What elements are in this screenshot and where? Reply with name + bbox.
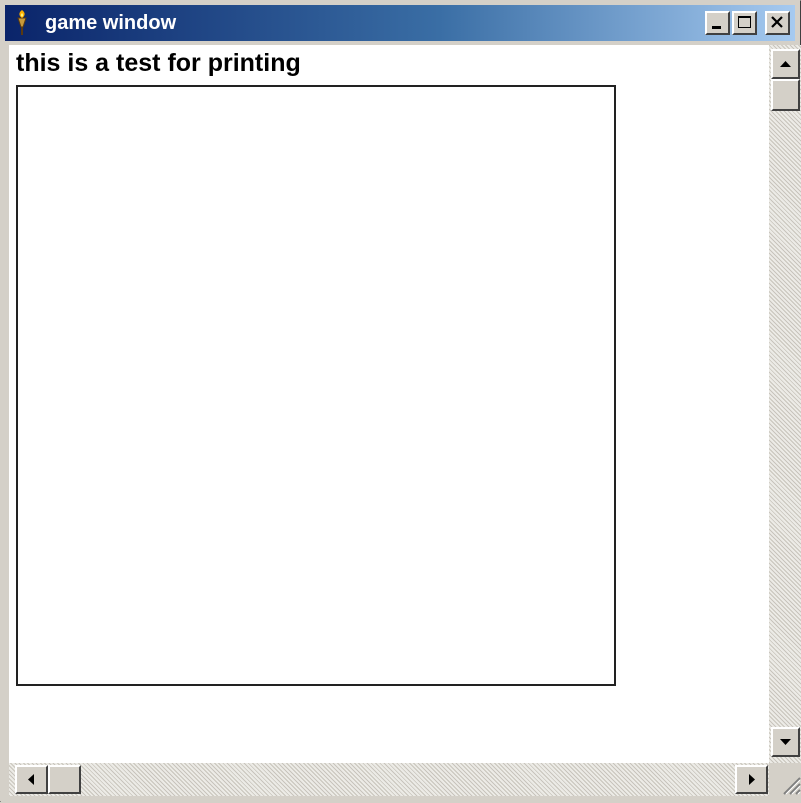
minimize-icon xyxy=(712,26,721,29)
arrow-right-icon xyxy=(749,774,755,785)
maximize-icon xyxy=(738,16,751,28)
arrow-left-icon xyxy=(28,774,34,785)
arrow-up-icon xyxy=(780,61,791,67)
window-title: game window xyxy=(45,12,177,34)
maximize-button[interactable] xyxy=(732,11,757,35)
arrow-down-icon xyxy=(780,739,791,745)
page-heading: this is a test for printing xyxy=(16,49,301,77)
game-window: game window this is a test for printing xyxy=(0,0,801,803)
close-icon xyxy=(771,16,783,28)
game-canvas[interactable] xyxy=(16,85,616,686)
resize-grip[interactable] xyxy=(769,763,801,796)
title-bar[interactable]: game window xyxy=(5,5,795,41)
scroll-down-button[interactable] xyxy=(771,727,800,757)
scroll-left-button[interactable] xyxy=(15,765,48,794)
scroll-right-button[interactable] xyxy=(735,765,768,794)
torch-icon[interactable] xyxy=(9,9,35,37)
scroll-up-button[interactable] xyxy=(771,49,800,79)
resize-grip-icon xyxy=(783,777,801,795)
client-area: this is a test for printing xyxy=(9,45,769,763)
vertical-scrollbar[interactable] xyxy=(769,45,801,763)
horizontal-scrollbar[interactable] xyxy=(9,763,769,796)
close-button[interactable] xyxy=(765,11,790,35)
horizontal-scroll-thumb[interactable] xyxy=(48,765,81,794)
minimize-button[interactable] xyxy=(705,11,730,35)
vertical-scroll-thumb[interactable] xyxy=(771,79,800,111)
